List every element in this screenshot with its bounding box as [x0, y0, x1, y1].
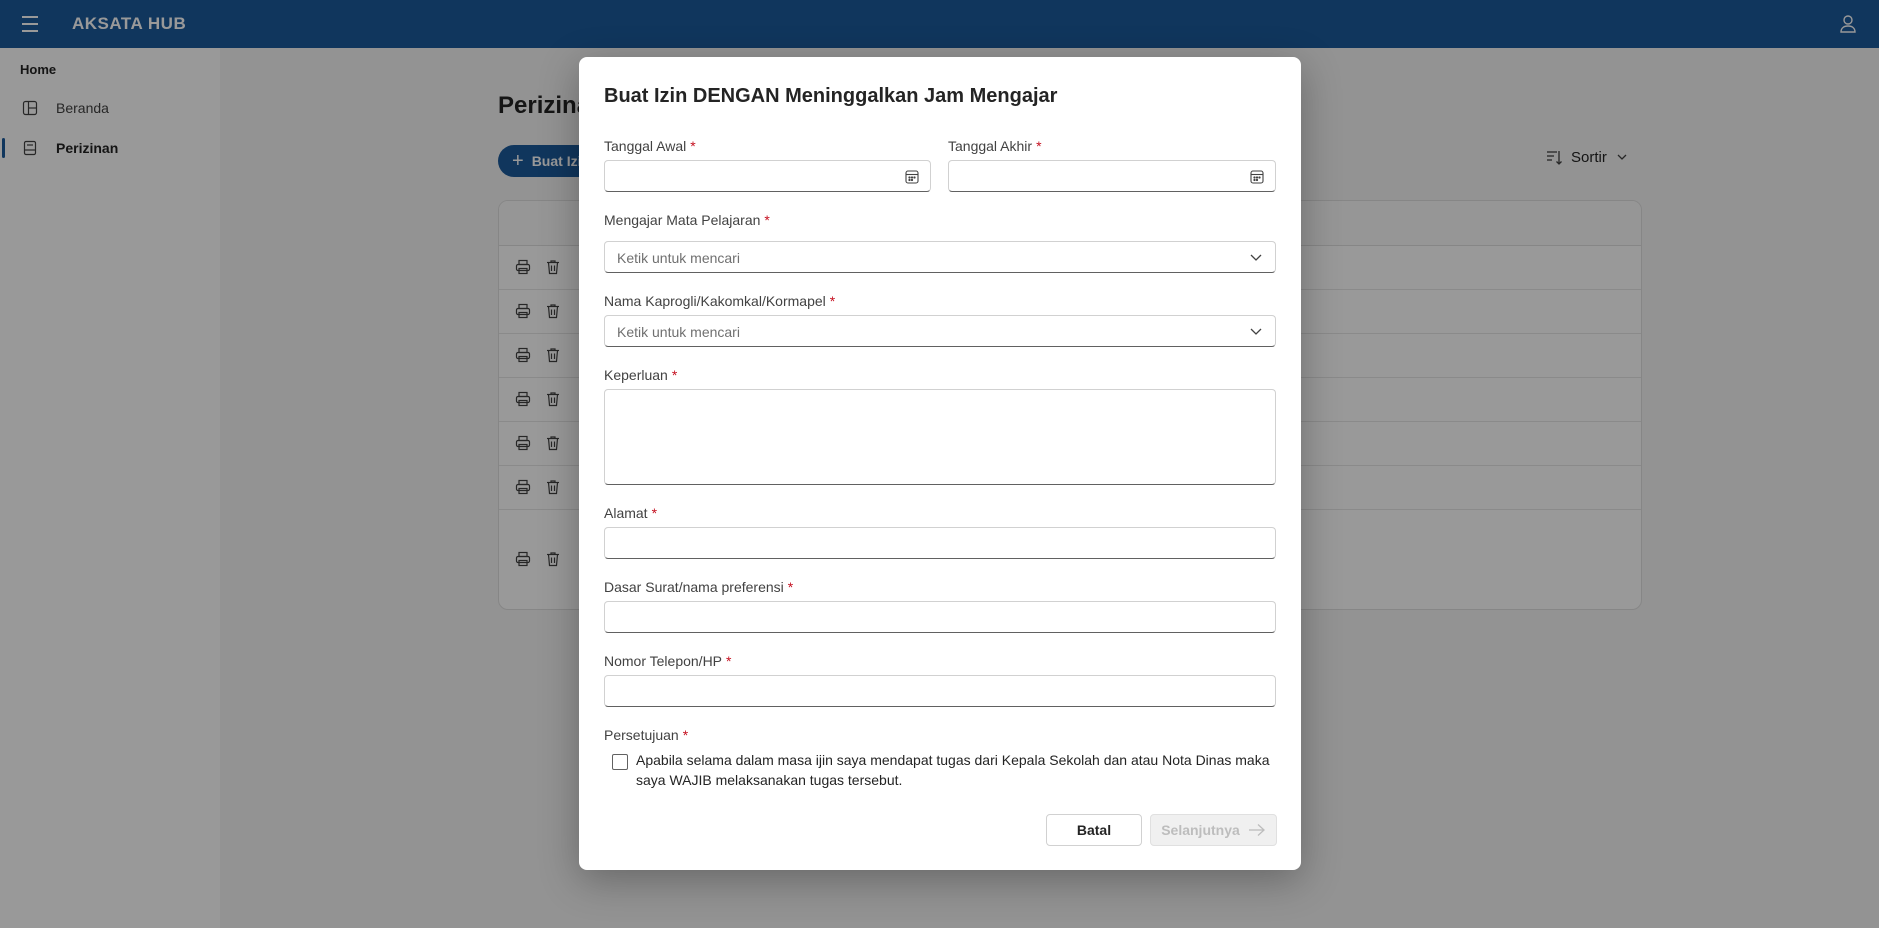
chevron-down-icon[interactable] [1249, 252, 1263, 264]
next-button-label: Selanjutnya [1161, 822, 1240, 838]
subject-label-text: Mengajar Mata Pelajaran [604, 212, 761, 228]
basis-input[interactable] [604, 601, 1276, 633]
required-marker: * [764, 212, 770, 228]
calendar-icon[interactable] [1249, 169, 1265, 185]
end-date-input[interactable] [948, 160, 1276, 192]
required-marker: * [1036, 138, 1042, 154]
calendar-icon[interactable] [904, 169, 920, 185]
address-label: Alamat * [604, 505, 657, 521]
end-date-label: Tanggal Akhir * [948, 138, 1042, 154]
address-label-text: Alamat [604, 505, 648, 521]
required-marker: * [726, 653, 732, 669]
end-date-label-text: Tanggal Akhir [948, 138, 1033, 154]
purpose-label-text: Keperluan [604, 367, 668, 383]
required-marker: * [829, 293, 836, 309]
consent-text[interactable]: Apabila selama dalam masa ijin saya mend… [636, 750, 1276, 790]
phone-label: Nomor Telepon/HP * [604, 653, 731, 669]
dialog-title: Buat Izin DENGAN Meninggalkan Jam Mengaj… [604, 85, 1058, 107]
subject-combobox[interactable]: Ketik untuk mencari [604, 241, 1276, 273]
phone-input[interactable] [604, 675, 1276, 707]
required-marker: * [682, 727, 689, 743]
required-marker: * [787, 579, 794, 595]
basis-label-text: Dasar Surat/nama preferensi [604, 579, 784, 595]
cancel-button[interactable]: Batal [1046, 814, 1142, 846]
address-input[interactable] [604, 527, 1276, 559]
arrow-right-icon [1248, 824, 1265, 836]
subject-placeholder: Ketik untuk mencari [617, 250, 740, 266]
chevron-down-icon[interactable] [1249, 326, 1263, 338]
consent-checkbox[interactable] [612, 754, 628, 770]
create-permit-dialog: Buat Izin DENGAN Meninggalkan Jam Mengaj… [579, 57, 1301, 870]
phone-label-text: Nomor Telepon/HP [604, 653, 723, 669]
start-date-label: Tanggal Awal * [604, 138, 696, 154]
head-name-combobox[interactable]: Ketik untuk mencari [604, 315, 1276, 347]
purpose-textarea[interactable] [604, 389, 1276, 485]
required-marker: * [690, 138, 696, 154]
head-name-placeholder: Ketik untuk mencari [617, 324, 740, 340]
required-marker: * [671, 367, 678, 383]
basis-label: Dasar Surat/nama preferensi * [604, 579, 793, 595]
start-date-label-text: Tanggal Awal [604, 138, 687, 154]
head-name-label: Nama Kaprogli/Kakomkal/Kormapel * [604, 293, 835, 309]
consent-label-text: Persetujuan [604, 727, 679, 743]
required-marker: * [651, 505, 658, 521]
head-name-label-text: Nama Kaprogli/Kakomkal/Kormapel [604, 293, 826, 309]
subject-label: Mengajar Mata Pelajaran * [604, 212, 770, 228]
purpose-label: Keperluan * [604, 367, 677, 383]
next-button[interactable]: Selanjutnya [1150, 814, 1277, 846]
consent-label: Persetujuan * [604, 727, 688, 743]
start-date-input[interactable] [604, 160, 931, 192]
